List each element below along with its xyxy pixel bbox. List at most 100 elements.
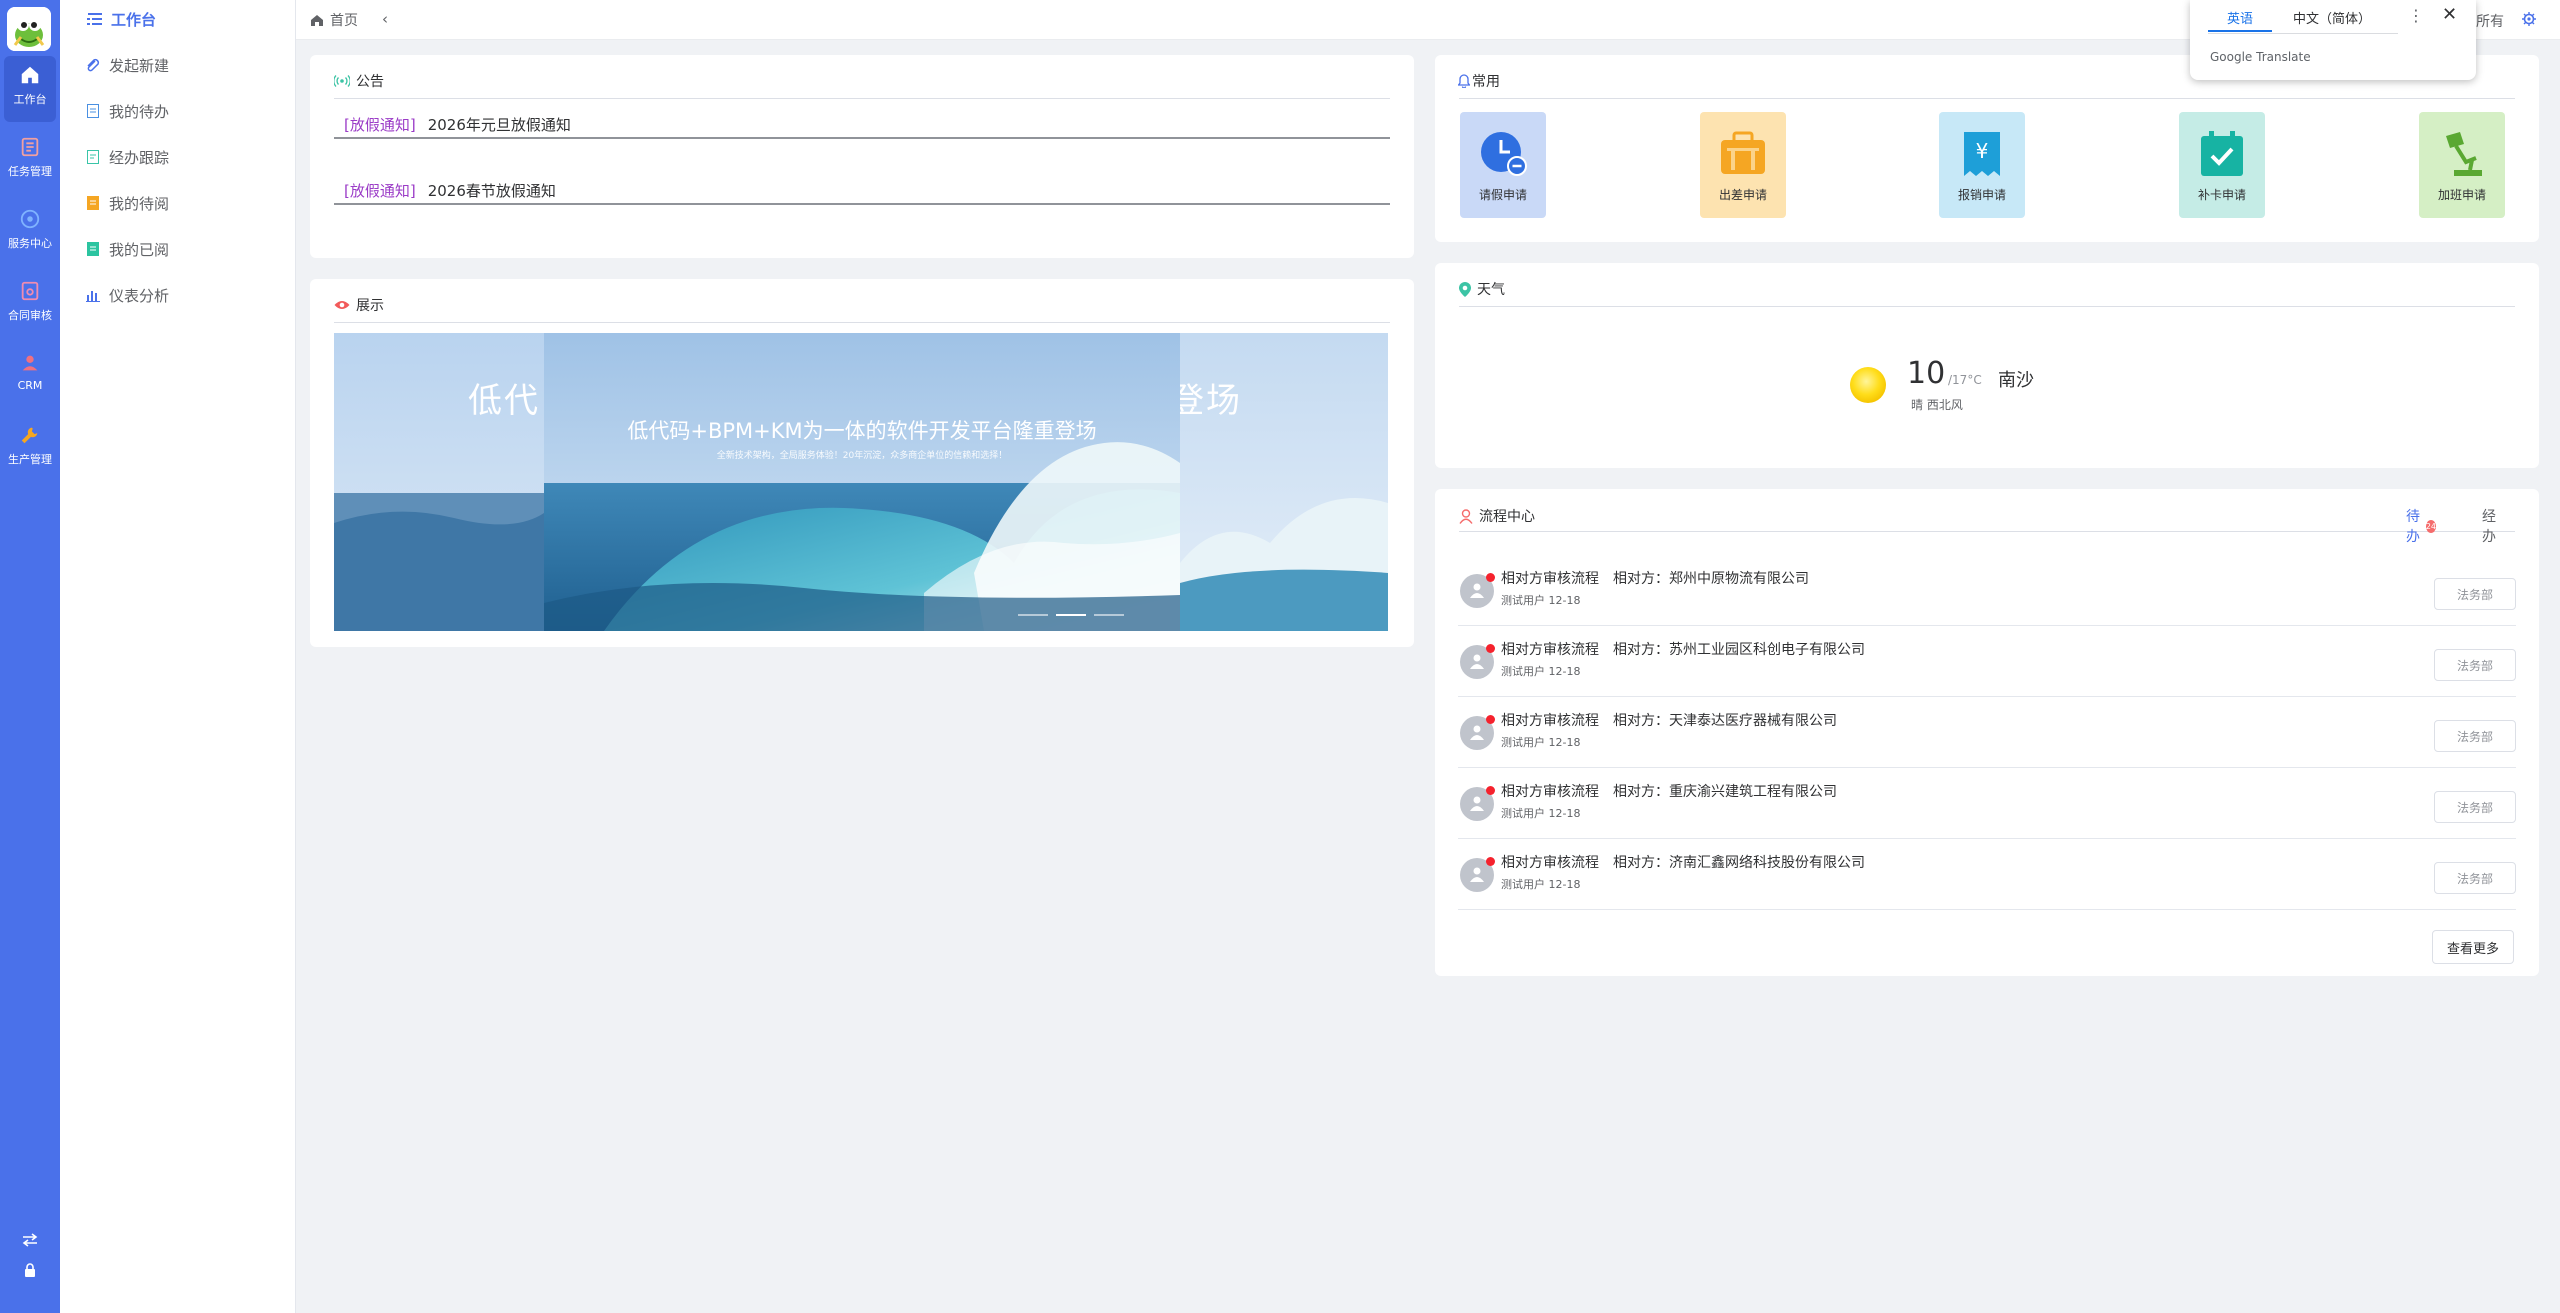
more-vert-icon[interactable]: ⋮ bbox=[2408, 6, 2424, 25]
rail-item-production[interactable]: 生产管理 bbox=[4, 416, 56, 482]
wrench-icon bbox=[21, 427, 38, 444]
process-row[interactable]: 相对方审核流程 相对方：苏州工业园区科创电子有限公司 测试用户 12-18 法务部 bbox=[1458, 626, 2516, 697]
translate-tab-target[interactable]: 中文（简体） bbox=[2282, 8, 2382, 32]
app-leave-request[interactable]: 请假申请 bbox=[1460, 112, 1546, 218]
showcase-card-title: 展示 bbox=[334, 295, 384, 315]
app-reimbursement[interactable]: ¥ 报销申请 bbox=[1939, 112, 2025, 218]
close-icon[interactable]: ✕ bbox=[2442, 4, 2457, 25]
dept-button[interactable]: 法务部 bbox=[2434, 649, 2516, 681]
dept-button[interactable]: 法务部 bbox=[2434, 578, 2516, 610]
carousel-dot[interactable] bbox=[1018, 614, 1048, 616]
dept-button[interactable]: 法务部 bbox=[2434, 720, 2516, 752]
breadcrumb[interactable]: 首页 bbox=[310, 10, 358, 30]
notice-text[interactable]: 2026年元旦放假通知 bbox=[428, 114, 571, 135]
rail-label: CRM bbox=[17, 379, 43, 392]
rail-item-task[interactable]: 任务管理 bbox=[4, 128, 56, 194]
divider bbox=[334, 98, 1390, 99]
breadcrumb-home[interactable]: 首页 bbox=[330, 10, 358, 30]
process-main-text: 相对方审核流程 相对方：苏州工业园区科创电子有限公司 bbox=[1501, 639, 1865, 659]
app-label: 请假申请 bbox=[1478, 188, 1527, 202]
gear-icon[interactable] bbox=[2522, 12, 2536, 30]
tab-done[interactable]: 经办 bbox=[2482, 506, 2496, 546]
submenu-label: 我的待阅 bbox=[109, 194, 170, 213]
carousel-dot[interactable] bbox=[1094, 614, 1124, 616]
unread-dot bbox=[1486, 644, 1495, 653]
toread-doc-icon bbox=[85, 195, 101, 211]
process-row[interactable]: 相对方审核流程 相对方：重庆渝兴建筑工程有限公司 测试用户 12-18 法务部 bbox=[1458, 768, 2516, 839]
home-small-icon bbox=[311, 14, 323, 26]
submenu-item-todo[interactable]: 我的待办 bbox=[85, 96, 169, 126]
task-list-icon bbox=[21, 137, 39, 157]
app-overtime[interactable]: 加班申请 bbox=[2419, 112, 2505, 218]
process-main-text: 相对方审核流程 相对方：郑州中原物流有限公司 bbox=[1501, 568, 1809, 588]
rail-label: 生产管理 bbox=[8, 453, 52, 466]
svg-text:¥: ¥ bbox=[1976, 139, 1989, 163]
process-title: 流程中心 bbox=[1479, 509, 1535, 525]
process-row[interactable]: 相对方审核流程 相对方：济南汇鑫网络科技股份有限公司 测试用户 12-18 法务部 bbox=[1458, 839, 2516, 910]
rail-label: 合同审核 bbox=[8, 309, 52, 322]
process-row[interactable]: 相对方审核流程 相对方：郑州中原物流有限公司 测试用户 12-18 法务部 bbox=[1458, 555, 2516, 626]
clock-icon bbox=[1481, 132, 1527, 176]
user-icon bbox=[1470, 583, 1484, 598]
submenu-item-read[interactable]: 我的已阅 bbox=[85, 234, 169, 264]
process-party: 相对方：天津泰达医疗器械有限公司 bbox=[1613, 713, 1837, 729]
submenu-item-workbench[interactable]: 工作台 bbox=[87, 4, 156, 34]
carousel[interactable]: 低代 登场 低代码+BPM+KM为一体的软件开发平台隆重登场 全新技术架构，全局… bbox=[334, 333, 1388, 631]
notice-text[interactable]: 2026春节放假通知 bbox=[428, 180, 556, 201]
calendar-check-icon bbox=[2201, 131, 2243, 176]
process-row[interactable]: 相对方审核流程 相对方：天津泰达医疗器械有限公司 测试用户 12-18 法务部 bbox=[1458, 697, 2516, 768]
weather-title: 天气 bbox=[1477, 282, 1505, 298]
process-name[interactable]: 相对方审核流程 bbox=[1501, 713, 1599, 729]
process-meta: 测试用户 12-18 bbox=[1501, 807, 1581, 820]
top-right-text[interactable]: 所有 bbox=[2476, 11, 2504, 31]
avatar bbox=[1460, 573, 1495, 608]
submenu-item-analysis[interactable]: 仪表分析 bbox=[85, 280, 169, 310]
lock-icon[interactable] bbox=[0, 1262, 60, 1281]
unread-dot bbox=[1486, 573, 1495, 582]
read-doc-icon bbox=[85, 241, 101, 257]
submenu-item-toread[interactable]: 我的待阅 bbox=[85, 188, 169, 218]
carousel-slide-subtitle: 全新技术架构，全局服务体验！20年沉淀，众多商企单位的信赖和选择！ bbox=[716, 451, 1008, 461]
switch-icon[interactable] bbox=[0, 1232, 60, 1251]
dept-button[interactable]: 法务部 bbox=[2434, 791, 2516, 823]
process-name[interactable]: 相对方审核流程 bbox=[1501, 784, 1599, 800]
process-meta: 测试用户 12-18 bbox=[1501, 594, 1581, 607]
notice-card: 公告 [放假通知] 2026年元旦放假通知 [放假通知] 2026春节放假通知 bbox=[310, 55, 1414, 258]
notice-tag: [放假通知] bbox=[344, 115, 416, 134]
tab-todo[interactable]: 待办 24 bbox=[2406, 506, 2436, 546]
submenu-item-new[interactable]: 发起新建 bbox=[85, 50, 169, 80]
weather-city: 南沙 bbox=[1998, 370, 2034, 391]
rail-item-crm[interactable]: CRM bbox=[4, 344, 56, 410]
submenu-item-track[interactable]: 经办跟踪 bbox=[85, 142, 169, 172]
divider bbox=[1459, 531, 2515, 532]
rail-item-workbench[interactable]: 工作台 bbox=[4, 56, 56, 122]
app-logo[interactable] bbox=[7, 7, 51, 51]
notice-item[interactable]: [放假通知] 2026年元旦放假通知 bbox=[334, 111, 1390, 139]
main-nav-rail: 工作台 任务管理 服务中心 合同审核 CRM 生产管理 bbox=[0, 0, 60, 1313]
rail-item-contract[interactable]: 合同审核 bbox=[4, 272, 56, 338]
view-more-button[interactable]: 查看更多 bbox=[2432, 930, 2514, 964]
home-icon bbox=[21, 66, 39, 84]
tab-todo-label: 待办 bbox=[2406, 509, 2420, 545]
notice-item[interactable]: [放假通知] 2026春节放假通知 bbox=[334, 177, 1390, 205]
notice-title: 公告 bbox=[356, 74, 384, 90]
translate-brand: Google Translate bbox=[2210, 50, 2311, 64]
todo-doc-icon bbox=[85, 103, 101, 119]
process-name[interactable]: 相对方审核流程 bbox=[1501, 642, 1599, 658]
dept-button[interactable]: 法务部 bbox=[2434, 862, 2516, 894]
paperclip-icon bbox=[85, 57, 101, 73]
carousel-active-slide[interactable]: 低代码+BPM+KM为一体的软件开发平台隆重登场 全新技术架构，全局服务体验！2… bbox=[544, 333, 1180, 631]
process-name[interactable]: 相对方审核流程 bbox=[1501, 855, 1599, 871]
unread-dot bbox=[1486, 857, 1495, 866]
carousel-dot-active[interactable] bbox=[1056, 614, 1086, 616]
process-card-title: 流程中心 bbox=[1459, 506, 1535, 526]
process-party: 相对方：苏州工业园区科创电子有限公司 bbox=[1613, 642, 1865, 658]
translate-tab-source[interactable]: 英语 bbox=[2208, 8, 2272, 32]
process-name[interactable]: 相对方审核流程 bbox=[1501, 571, 1599, 587]
avatar bbox=[1460, 786, 1495, 821]
app-business-trip[interactable]: 出差申请 bbox=[1700, 112, 1786, 218]
chevron-left-icon[interactable]: ‹ bbox=[382, 10, 388, 28]
process-main-text: 相对方审核流程 相对方：重庆渝兴建筑工程有限公司 bbox=[1501, 781, 1837, 801]
app-clock-in-fix[interactable]: 补卡申请 bbox=[2179, 112, 2265, 218]
rail-item-service[interactable]: 服务中心 bbox=[4, 200, 56, 266]
